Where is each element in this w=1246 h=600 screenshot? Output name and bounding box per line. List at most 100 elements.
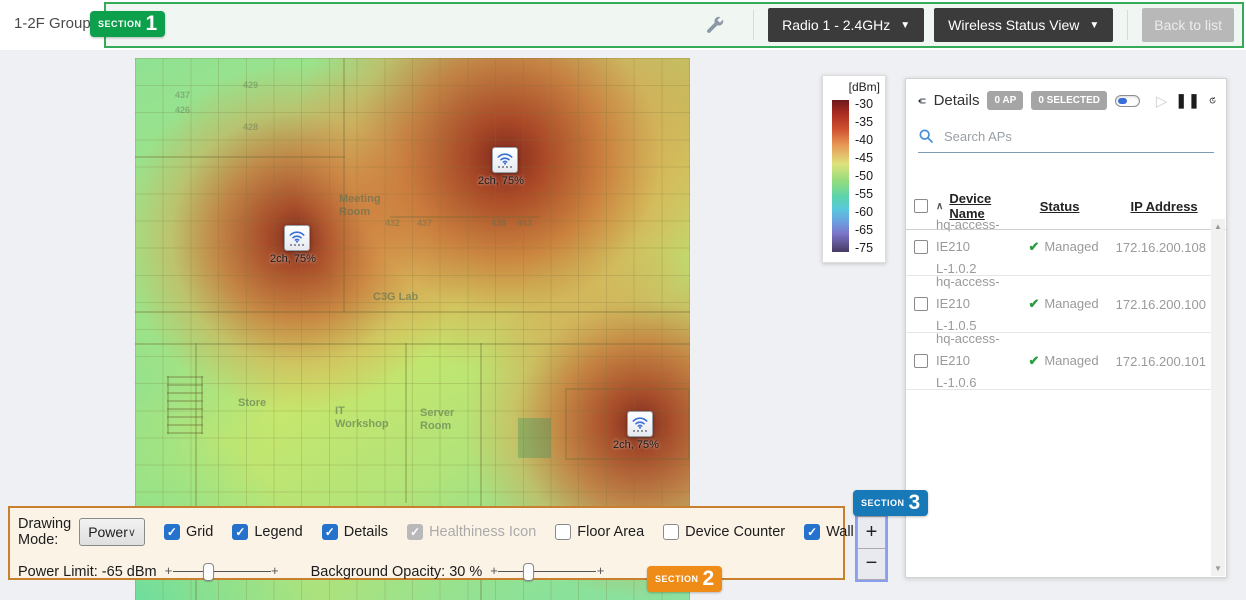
access-point-icon[interactable]: [284, 225, 310, 251]
ip-address: 172.16.200.101: [1116, 354, 1212, 369]
checkbox-unchecked-icon: [555, 524, 571, 540]
checkbox-grid[interactable]: ✓ Grid: [164, 524, 213, 540]
radio-dropdown-label: Radio 1 - 2.4GHz: [782, 17, 890, 33]
zoom-out-button[interactable]: −: [857, 548, 886, 581]
access-point-icon[interactable]: [492, 147, 518, 173]
scroll-up-icon[interactable]: ▲: [1214, 222, 1222, 231]
table-row[interactable]: hq-access-IE210L-1.0.2 ✔Managed 172.16.2…: [906, 219, 1212, 276]
shaded-room: [518, 418, 551, 458]
collapse-panel-icon[interactable]: [918, 93, 926, 109]
room-label: Server Room: [420, 407, 464, 433]
checkbox-healthiness-icon: ✓ Healthiness Icon: [407, 524, 536, 540]
power-limit-label: Power Limit: -65 dBm: [18, 564, 157, 580]
wrench-icon[interactable]: [705, 15, 725, 35]
view-dropdown[interactable]: Wireless Status View ▼: [934, 8, 1113, 42]
search-placeholder: Search APs: [944, 129, 1012, 144]
legend-ticks: -30 -35 -40 -45 -50 -55 -60 -65 -75: [855, 97, 873, 255]
checkbox-device-counter[interactable]: Device Counter: [663, 524, 785, 540]
ap-label: 2ch, 75%: [478, 175, 524, 187]
checkbox-checked-icon: ✓: [164, 524, 180, 540]
column-status[interactable]: Status: [1040, 199, 1131, 214]
checkbox-legend[interactable]: ✓ Legend: [232, 524, 302, 540]
row-checkbox[interactable]: [914, 297, 928, 311]
power-limit-slider-thumb[interactable]: [203, 563, 214, 581]
wall-line: [405, 343, 407, 503]
room-label: IT Workshop: [335, 405, 393, 431]
row-checkbox[interactable]: [914, 240, 928, 254]
zoom-in-button[interactable]: +: [857, 516, 886, 548]
chevron-down-icon: ∨: [128, 526, 136, 539]
access-point-icon[interactable]: [627, 411, 653, 437]
checkbox-wall[interactable]: ✓ Wall: [804, 524, 854, 540]
toolbar-separator: [753, 10, 754, 40]
column-device-name[interactable]: Device Name: [949, 191, 1025, 221]
toolbar-highlight-box: Radio 1 - 2.4GHz ▼ Wireless Status View …: [104, 2, 1244, 48]
pause-icon[interactable]: ❚❚: [1175, 92, 1200, 109]
checkbox-details[interactable]: ✓ Details: [322, 524, 388, 540]
room-number: 432: [385, 218, 400, 228]
group-title: 1-2F Group: [14, 15, 91, 32]
vertical-scrollbar[interactable]: ▲ ▼: [1211, 219, 1225, 576]
legend-title: [dBm]: [849, 80, 880, 94]
power-limit-slider[interactable]: + +: [167, 562, 277, 582]
top-bar: 1-2F Group Radio 1 - 2.4GHz ▼ Wireless S…: [0, 0, 1246, 50]
status-text: Managed: [1044, 239, 1098, 254]
ap-count-badge: 0 AP: [987, 91, 1023, 110]
room-number: 437: [175, 90, 190, 100]
details-panel: Details 0 AP 0 SELECTED ▷ ❚❚ Search APs …: [905, 78, 1227, 578]
ip-address: 172.16.200.100: [1116, 297, 1212, 312]
ap-label: 2ch, 75%: [613, 439, 659, 451]
checkbox-checked-disabled-icon: ✓: [407, 524, 423, 540]
ap-ports: [633, 430, 647, 432]
section-3-badge: SECTION 3: [853, 490, 928, 516]
refresh-icon[interactable]: [1209, 92, 1216, 109]
managed-check-icon: ✔: [1028, 296, 1039, 311]
sort-ascending-icon[interactable]: ∧: [936, 201, 943, 212]
radio-dropdown[interactable]: Radio 1 - 2.4GHz ▼: [768, 8, 924, 42]
device-name-line1: hq-access-IE210: [936, 331, 1000, 368]
back-to-list-button[interactable]: Back to list: [1142, 8, 1234, 42]
device-name-line2: L-1.0.6: [936, 375, 976, 390]
section-1-badge: SECTION 1: [90, 11, 165, 37]
room-number: 426: [175, 105, 190, 115]
background-opacity-slider-thumb[interactable]: [523, 563, 534, 581]
play-icon: ▷: [1156, 92, 1168, 110]
checkbox-floor-area[interactable]: Floor Area: [555, 524, 644, 540]
room-label: Meeting Room: [339, 193, 401, 219]
room-number: 429: [243, 80, 258, 90]
selected-count-badge: 0 SELECTED: [1031, 91, 1107, 110]
details-panel-header: Details 0 AP 0 SELECTED ▷ ❚❚: [906, 79, 1226, 118]
chevron-down-icon: ▼: [900, 20, 910, 31]
dbm-legend: [dBm] -30 -35 -40 -45 -50 -55 -60 -65 -7…: [822, 75, 886, 263]
search-aps-field[interactable]: Search APs: [918, 128, 1214, 153]
managed-check-icon: ✔: [1028, 239, 1039, 254]
row-checkbox[interactable]: [914, 354, 928, 368]
room-label: C3G Lab: [373, 291, 418, 304]
device-name-line1: hq-access-IE210: [936, 219, 1000, 254]
ap-ports: [290, 244, 304, 246]
column-ip-address[interactable]: IP Address: [1130, 199, 1226, 214]
wall-line: [343, 58, 345, 313]
table-row[interactable]: hq-access-IE210L-1.0.5 ✔Managed 172.16.2…: [906, 276, 1212, 333]
toolbar-separator: [1127, 10, 1128, 40]
scroll-down-icon[interactable]: ▼: [1214, 564, 1222, 573]
wifi-icon: [289, 231, 305, 243]
drawing-mode-select[interactable]: Power ∨: [79, 518, 145, 546]
device-name-line1: hq-access-IE210: [936, 274, 1000, 311]
wifi-icon: [632, 417, 648, 429]
wall-line: [135, 156, 345, 158]
ap-table-body: hq-access-IE210L-1.0.2 ✔Managed 172.16.2…: [906, 219, 1212, 577]
refresh-progress-capsule: [1115, 95, 1140, 107]
table-row[interactable]: hq-access-IE210L-1.0.6 ✔Managed 172.16.2…: [906, 333, 1212, 390]
details-title: Details: [934, 92, 980, 109]
background-opacity-label: Background Opacity: 30 %: [311, 564, 483, 580]
wall-line: [135, 311, 690, 313]
select-all-checkbox[interactable]: [914, 199, 928, 213]
room-number: 428: [243, 122, 258, 132]
section-2-badge: SECTION 2: [647, 566, 722, 592]
status-text: Managed: [1044, 353, 1098, 368]
background-opacity-slider[interactable]: + +: [492, 562, 602, 582]
room-label: Store: [238, 397, 266, 410]
checkbox-checked-icon: ✓: [804, 524, 820, 540]
room-number: 443: [517, 218, 532, 228]
